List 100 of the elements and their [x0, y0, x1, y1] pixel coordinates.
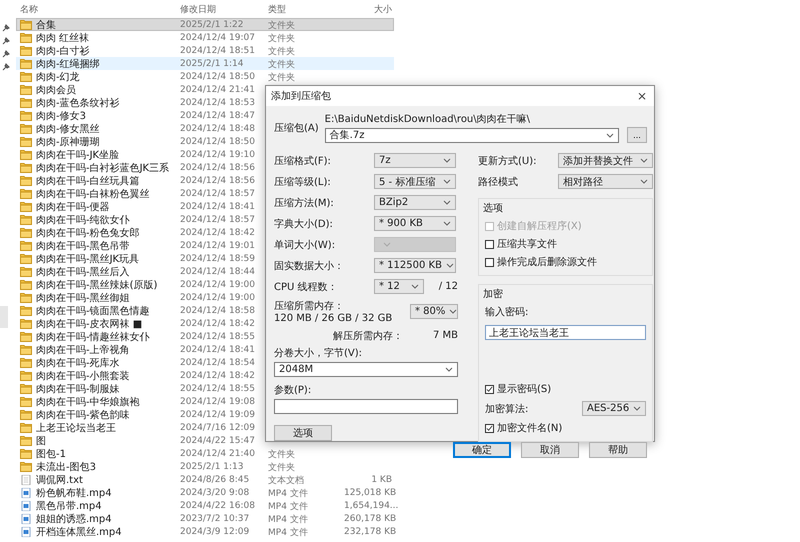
column-header[interactable]: 类型: [268, 2, 344, 16]
file-name: 黑色吊带.mp4: [36, 500, 102, 513]
file-name: 肉肉在干吗-皮衣网袜 ■: [36, 318, 142, 331]
password-field[interactable]: 上老王论坛当老王: [485, 325, 646, 340]
file-row[interactable]: 肉肉在干吗-中华娘旗袍 2024/12/4 19:08: [16, 395, 394, 408]
file-name: 肉肉在干吗-中华娘旗袍: [36, 396, 140, 409]
file-name: 肉肉在干吗-死库水: [36, 356, 120, 370]
file-name: 肉肉在干吗-黑丝后入: [36, 266, 130, 279]
modified-date: 2024/12/4 18:50: [180, 72, 256, 82]
options-button[interactable]: 选项: [274, 425, 332, 441]
dropdown[interactable]: 5 - 标准压缩: [374, 174, 456, 189]
file-row[interactable]: 姐姐的诱惑.mp4 2023/7/2 10:37 MP4 文件 260,178 KB: [16, 512, 394, 525]
field-label: 单词大小(W):: [274, 238, 336, 252]
folder-icon: [20, 111, 32, 121]
file-row[interactable]: 肉肉在干吗-紫色韵味 2024/12/4 19:09: [16, 408, 394, 421]
file-type: MP4 文件: [268, 526, 309, 538]
file-name: 肉肉-幻龙: [36, 70, 80, 84]
video-file-icon: [20, 527, 32, 537]
file-name: 肉肉在干吗-黑丝御姐: [36, 292, 130, 305]
dropdown[interactable]: BZip2: [374, 195, 456, 210]
file-name: 合集: [36, 19, 56, 32]
folder-icon: [20, 33, 32, 43]
memory-usage: 120 MB / 26 GB / 32 GB: [274, 312, 392, 324]
modified-date: 2024/12/4 18:44: [180, 267, 256, 277]
chevron-icon: [443, 221, 451, 226]
archive-name-combo[interactable]: 合集.7z: [324, 128, 619, 142]
dialog-button[interactable]: 帮助: [589, 442, 647, 458]
checkbox[interactable]: 加密文件名(N): [485, 421, 646, 435]
dialog-button[interactable]: 取消: [521, 442, 579, 458]
checkbox[interactable]: 显示密码(S): [485, 382, 646, 396]
modified-date: 2024/12/4 19:10: [180, 150, 256, 160]
file-row[interactable]: 图包-1 2024/12/4 21:40 文件夹: [16, 447, 394, 460]
folder-icon: [20, 345, 32, 355]
dialog-button[interactable]: 确定: [453, 442, 511, 458]
modified-date: 2024/12/4 18:58: [180, 306, 256, 316]
dropdown[interactable]: * 80%: [410, 304, 458, 318]
scrollbar-thumb[interactable]: [0, 306, 8, 328]
dropdown[interactable]: 7z: [374, 153, 456, 168]
dropdown[interactable]: 相对路径: [558, 174, 653, 189]
file-name: 肉肉 红丝袜: [36, 32, 90, 45]
file-type: 文件夹: [268, 72, 296, 84]
folder-icon: [20, 306, 32, 316]
dropdown[interactable]: 添加并替换文件: [558, 153, 653, 168]
dropdown[interactable]: * 900 KB: [374, 216, 456, 231]
column-header[interactable]: 大小: [344, 2, 394, 16]
file-row[interactable]: 未流出-图包3 2025/2/1 1:13 文件夹: [16, 460, 394, 473]
close-button[interactable]: ×: [630, 86, 654, 106]
file-row[interactable]: 肉肉-白寸衫 2024/12/4 18:51 文件夹: [16, 44, 394, 57]
check-icon: [486, 386, 493, 392]
checkbox[interactable]: 压缩共享文件: [485, 237, 646, 251]
modified-date: 2023/7/2 10:37: [180, 514, 250, 524]
folder-icon: [20, 332, 32, 342]
modified-date: 2024/12/4 18:50: [180, 137, 256, 147]
file-size: 125,018 KB: [344, 488, 394, 498]
browse-button[interactable]: ...: [627, 127, 647, 143]
file-type: 文件夹: [268, 462, 296, 474]
file-row[interactable]: 开档连体黑丝.mp4 2024/3/9 12:09 MP4 文件 232,178 KB: [16, 525, 394, 538]
folder-icon: [20, 293, 32, 303]
file-name: 肉肉在干吗-上帝视角: [36, 344, 130, 357]
file-size: 232,178 KB: [344, 527, 394, 537]
file-row[interactable]: 调侃网.txt 2024/8/26 8:45 文本文档 1 KB: [16, 473, 394, 486]
file-name: 肉肉在干吗-黑丝辣妹(原版): [36, 278, 158, 292]
column-header[interactable]: 修改日期: [180, 2, 268, 16]
modified-date: 2024/12/4 21:40: [180, 449, 256, 459]
archive-path: E:\BaiduNetdiskDownload\rou\肉肉在干嘛\: [324, 112, 532, 126]
file-name: 图: [36, 435, 46, 448]
folder-icon: [20, 397, 32, 407]
field-label: 压缩包(A): [274, 122, 319, 136]
modified-date: 2024/4/22 15:47: [180, 436, 256, 446]
file-name: 肉肉在干吗-制服妹: [36, 382, 120, 396]
file-row[interactable]: 肉肉-红绳捆绑 2025/2/1 1:14 文件夹: [16, 57, 394, 70]
modified-date: 2024/12/4 21:41: [180, 85, 256, 95]
chevron-icon: [443, 200, 451, 205]
volume-size-combo[interactable]: 2048M: [274, 362, 458, 377]
field-label: 参数(P):: [274, 384, 312, 397]
folder-icon: [20, 371, 32, 381]
checkbox: 创建自解压程序(X): [485, 219, 646, 233]
modified-date: 2024/12/4 18:51: [180, 46, 256, 56]
file-row[interactable]: 肉肉-幻龙 2024/12/4 18:50 文件夹: [16, 70, 394, 83]
chevron-icon: [445, 367, 453, 372]
field-label: 压缩所需内存：: [274, 300, 345, 312]
folder-icon: [20, 59, 32, 69]
file-row[interactable]: 粉色帆布鞋.mp4 2024/3/20 9:08 MP4 文件 125,018 KB: [16, 486, 394, 499]
modified-date: 2024/12/4 18:59: [180, 254, 256, 264]
folder-icon: [20, 410, 32, 420]
folder-icon: [20, 384, 32, 394]
checkbox[interactable]: 操作完成后删除源文件: [485, 255, 646, 269]
file-row[interactable]: 合集 2025/2/1 1:22 文件夹: [16, 18, 394, 31]
file-name: 肉肉在干吗-白袜粉色翼丝: [36, 188, 150, 201]
folder-icon: [20, 202, 32, 212]
dropdown[interactable]: * 112500 KB: [374, 258, 456, 273]
modified-date: 2024/12/4 18:42: [180, 228, 256, 238]
parameters-field[interactable]: [274, 399, 458, 414]
column-header[interactable]: 名称: [16, 2, 180, 16]
file-name: 姐姐的诱惑.mp4: [36, 512, 112, 526]
chevron-icon: [443, 158, 451, 163]
dropdown[interactable]: AES-256: [582, 401, 646, 416]
dropdown[interactable]: * 12: [374, 279, 424, 294]
modified-date: 2024/12/4 18:55: [180, 332, 256, 342]
file-row[interactable]: 肉肉 红丝袜 2024/12/4 19:07 文件夹: [16, 31, 394, 44]
